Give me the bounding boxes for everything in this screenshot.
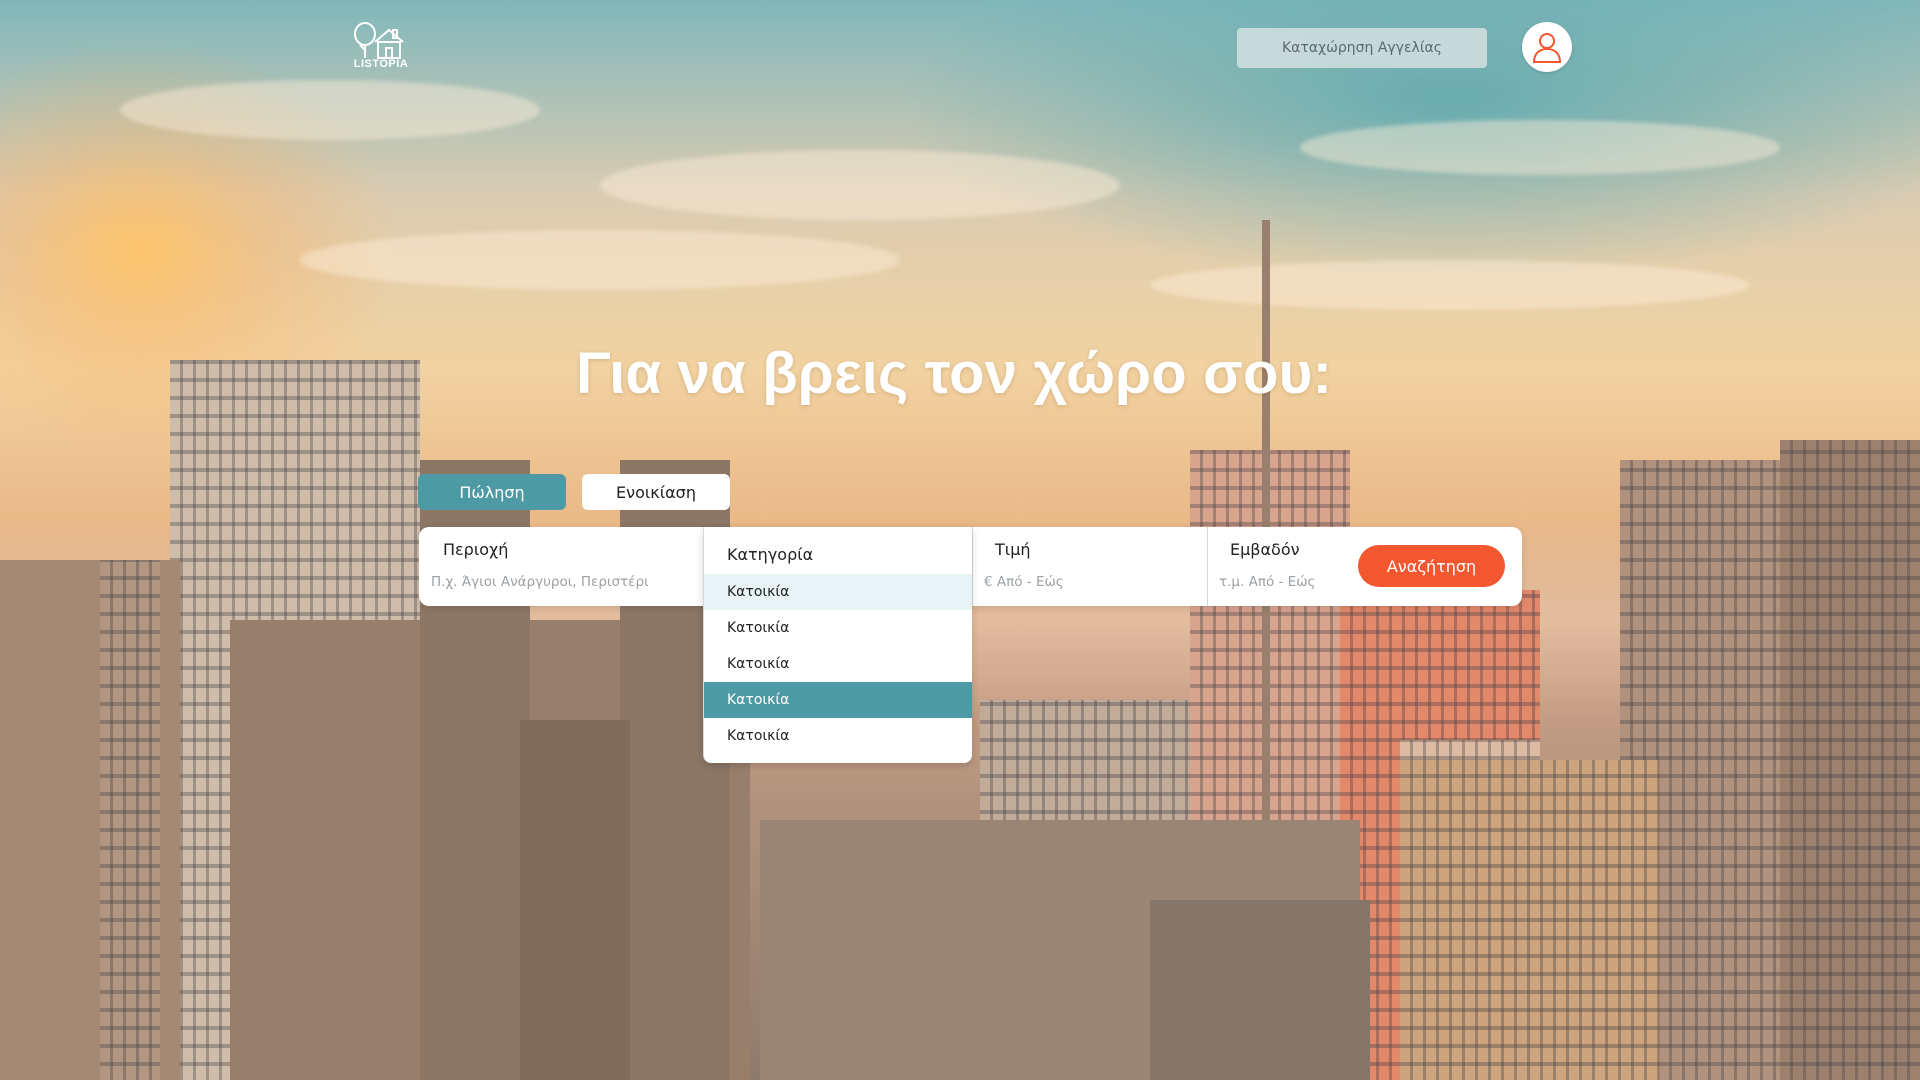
tree-and-house-icon [354, 22, 404, 59]
category-option[interactable]: Κατοικία [704, 610, 972, 646]
hero-title: Για να βρεις τον χώρο σου: [576, 341, 1333, 406]
category-label: Κατηγορία [727, 545, 814, 564]
category-option[interactable]: Κατοικία [704, 646, 972, 682]
user-icon [1532, 33, 1562, 63]
category-option[interactable]: Κατοικία [704, 718, 972, 754]
size-field[interactable]: Εμβαδόν τ.μ. Από - Εώς [1207, 527, 1358, 606]
size-input[interactable]: τ.μ. Από - Εώς [1219, 574, 1315, 590]
area-field[interactable]: Περιοχή Π.χ. Άγιοι Ανάργυροι, Περιστέρι [419, 527, 702, 606]
size-label: Εμβαδόν [1230, 540, 1300, 559]
search-button[interactable]: Αναζήτηση [1358, 545, 1505, 587]
post-ad-button[interactable]: Καταχώρηση Αγγελίας [1237, 28, 1487, 68]
price-label: Τιμή [995, 540, 1031, 559]
area-label: Περιοχή [443, 540, 509, 559]
category-option[interactable]: Κατοικία [704, 574, 972, 610]
category-dropdown[interactable]: Κατηγορία Κατοικία Κατοικία Κατοικία Κατ… [703, 527, 972, 763]
tab-rent[interactable]: Ενοικίαση [582, 474, 730, 510]
area-input[interactable]: Π.χ. Άγιοι Ανάργυροι, Περιστέρι [431, 574, 649, 590]
brand-logo[interactable]: LISTOPIA [350, 20, 412, 70]
brand-name: LISTOPIA [353, 58, 409, 70]
price-field[interactable]: Τιμή € Από - Εώς [972, 527, 1208, 606]
price-input[interactable]: € Από - Εώς [984, 574, 1064, 590]
user-account-button[interactable] [1522, 22, 1572, 72]
tab-sale[interactable]: Πώληση [418, 474, 566, 510]
category-option-selected[interactable]: Κατοικία [704, 682, 972, 718]
